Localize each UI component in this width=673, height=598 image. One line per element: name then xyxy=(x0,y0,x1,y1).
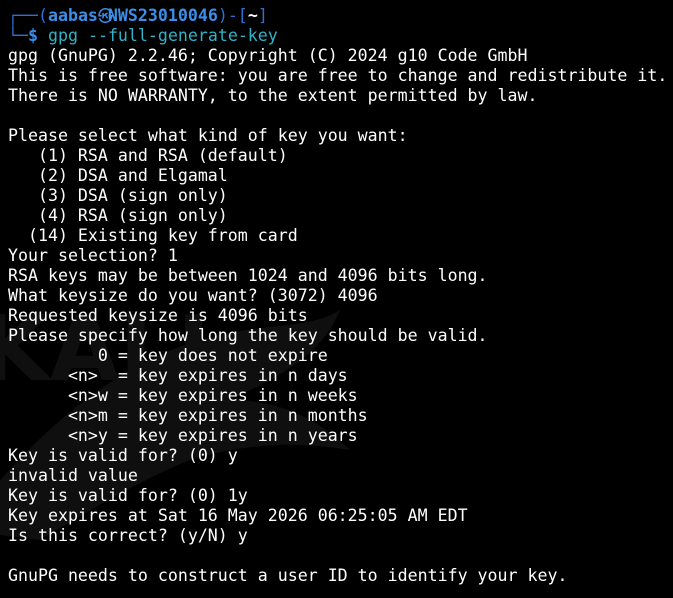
output-line: Key expires at Sat 16 May 2026 06:25:05 … xyxy=(8,506,468,525)
output-line: Please specify how long the key should b… xyxy=(8,326,488,345)
prompt-dollar: $ xyxy=(27,26,38,45)
terminal-window[interactable]: KALI ┌──(aabas㉿NWS23010046)-[~] └─$ gpg … xyxy=(0,0,673,598)
output-line: GnuPG needs to construct a user ID to id… xyxy=(8,566,568,585)
output-line: What keysize do you want? (3072) 4096 xyxy=(8,286,378,305)
prompt-frame-bottom: └─ xyxy=(8,26,28,45)
output-line: Please select what kind of key you want: xyxy=(8,126,408,145)
prompt-frame-top: ┌──( xyxy=(8,6,48,25)
output-line: <n> = key expires in n days xyxy=(8,366,348,385)
prompt-cwd: ~ xyxy=(247,6,258,25)
output-line: Requested keysize is 4096 bits xyxy=(8,306,308,325)
output-line: This is free software: you are free to c… xyxy=(8,66,668,85)
prompt-username: aabas xyxy=(47,6,98,25)
output-line: There is NO WARRANTY, to the extent perm… xyxy=(8,86,538,105)
prompt-hostname: NWS23010046 xyxy=(107,6,218,25)
output-line: (4) RSA (sign only) xyxy=(8,206,228,225)
kali-skull-icon: ㉿ xyxy=(97,7,113,25)
prompt-frame-mid: )-[ xyxy=(217,6,248,25)
output-line: 0 = key does not expire xyxy=(8,346,328,365)
output-line: <n>m = key expires in n months xyxy=(8,406,368,425)
prompt-line: ┌──(aabas㉿NWS23010046)-[~] xyxy=(8,6,673,26)
output-line: <n>w = key expires in n weeks xyxy=(8,386,358,405)
output-line: Is this correct? (y/N) y xyxy=(8,526,248,545)
output-line: <n>y = key expires in n years xyxy=(8,426,358,445)
output-line: (2) DSA and Elgamal xyxy=(8,166,228,185)
output-line: gpg (GnuPG) 2.2.46; Copyright (C) 2024 g… xyxy=(8,46,528,65)
output-line: invalid value xyxy=(8,466,138,485)
command-name: gpg xyxy=(47,26,78,45)
output-line: Key is valid for? (0) 1y xyxy=(8,486,248,505)
output-line: (1) RSA and RSA (default) xyxy=(8,146,288,165)
output-line: RSA keys may be between 1024 and 4096 bi… xyxy=(8,266,488,285)
output-line: (3) DSA (sign only) xyxy=(8,186,228,205)
command-args: --full-generate-key xyxy=(77,26,278,45)
output-line: (14) Existing key from card xyxy=(8,226,298,245)
command-line[interactable]: └─$ gpg --full-generate-key xyxy=(8,26,673,46)
output-line: Your selection? 1 xyxy=(8,246,178,265)
prompt-frame-close: ] xyxy=(257,6,268,25)
terminal-output: ┌──(aabas㉿NWS23010046)-[~] └─$ gpg --ful… xyxy=(8,6,673,586)
output-line: Key is valid for? (0) y xyxy=(8,446,238,465)
